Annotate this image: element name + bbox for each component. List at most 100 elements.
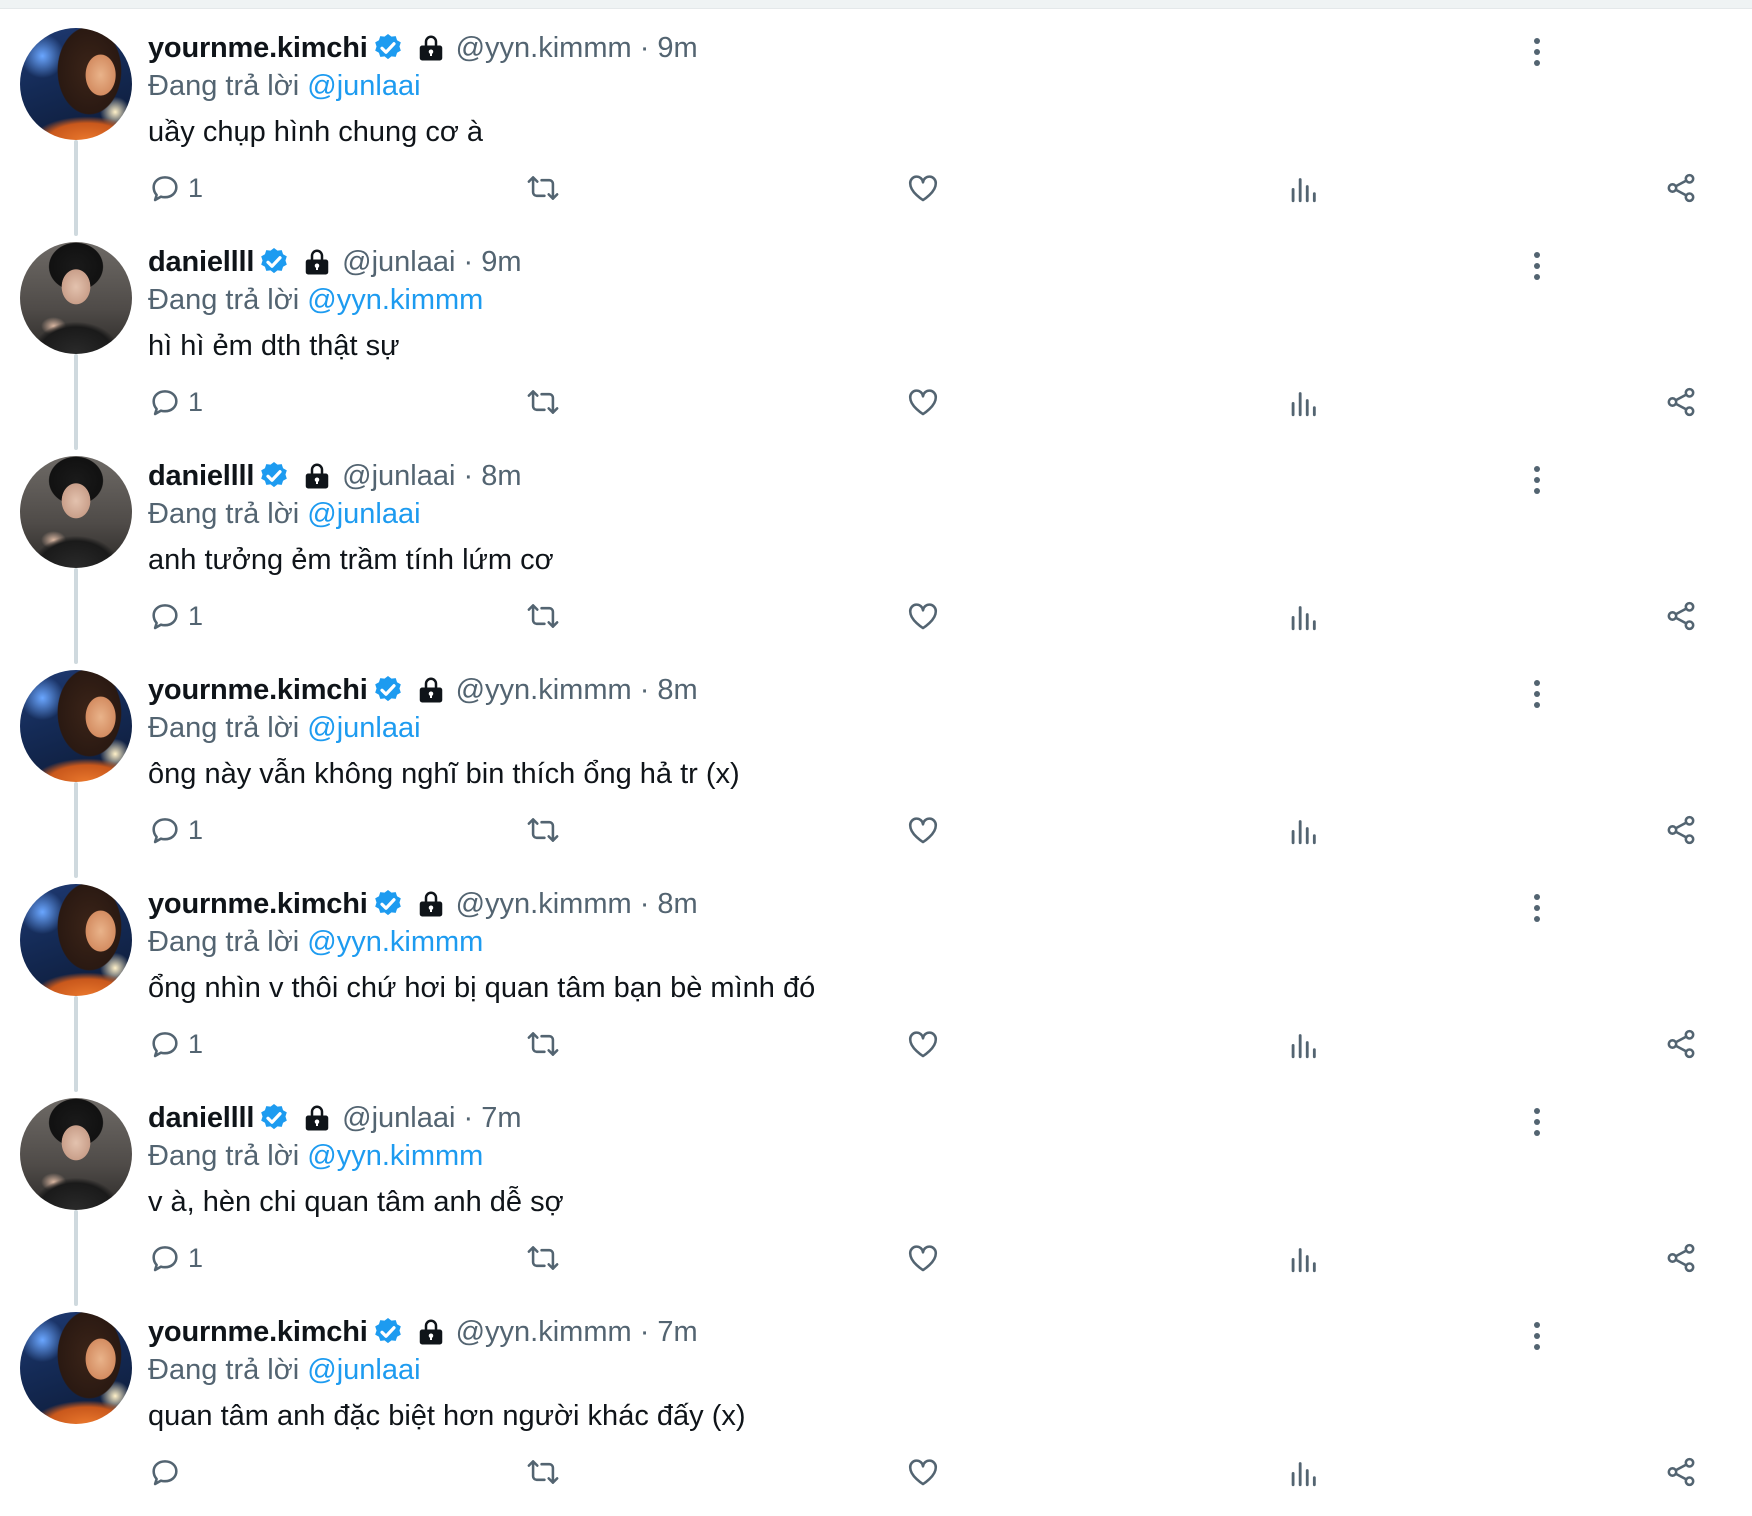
- lock-icon: [419, 891, 442, 917]
- mention-link[interactable]: @junlaai: [307, 498, 420, 530]
- avatar[interactable]: [20, 1312, 132, 1424]
- share-button[interactable]: [1664, 1452, 1698, 1492]
- mention-link[interactable]: @junlaai: [307, 1354, 420, 1386]
- views-button[interactable]: [1286, 810, 1320, 850]
- retweet-icon: [527, 390, 559, 414]
- display-name[interactable]: daniellll: [148, 460, 254, 493]
- views-button[interactable]: [1286, 596, 1320, 636]
- replying-to: Đang trả lời @junlaai: [148, 498, 421, 531]
- tweet[interactable]: daniellll @junlaai · 8m Đang trả lời @ju…: [0, 446, 1752, 660]
- like-button[interactable]: [906, 596, 940, 636]
- views-icon: [1291, 392, 1316, 417]
- reply-button[interactable]: [148, 1452, 188, 1492]
- retweet-button[interactable]: [526, 168, 560, 208]
- views-button[interactable]: [1286, 382, 1320, 422]
- reply-icon: [152, 1032, 178, 1058]
- more-options-icon[interactable]: [1532, 466, 1542, 500]
- tweet-header: daniellll @junlaai · 8m: [148, 452, 522, 500]
- tweet[interactable]: daniellll @junlaai · 7m Đang trả lời @yy…: [0, 1088, 1752, 1302]
- views-button[interactable]: [1286, 1452, 1320, 1492]
- more-options-icon[interactable]: [1532, 894, 1542, 928]
- display-name[interactable]: yournme.kimchi: [148, 32, 368, 65]
- share-button[interactable]: [1664, 596, 1698, 636]
- avatar[interactable]: [20, 1098, 132, 1210]
- reply-button[interactable]: 1: [148, 596, 203, 636]
- like-button[interactable]: [906, 1452, 940, 1492]
- avatar[interactable]: [20, 28, 132, 140]
- handle-and-time[interactable]: @junlaai · 9m: [342, 246, 521, 279]
- reply-button[interactable]: 1: [148, 382, 203, 422]
- retweet-button[interactable]: [526, 1238, 560, 1278]
- avatar[interactable]: [20, 884, 132, 996]
- share-button[interactable]: [1664, 382, 1698, 422]
- lock-icon: [305, 463, 329, 489]
- avatar[interactable]: [20, 456, 132, 568]
- reply-icon: [152, 390, 178, 416]
- more-options-icon[interactable]: [1532, 38, 1542, 72]
- views-button[interactable]: [1286, 1024, 1320, 1064]
- display-name[interactable]: daniellll: [148, 246, 254, 279]
- reply-count: 1: [188, 386, 204, 417]
- handle-and-time[interactable]: @yyn.kimmm · 7m: [456, 1316, 698, 1349]
- replying-to-label: Đang trả lời: [148, 498, 300, 530]
- handle-and-time[interactable]: @yyn.kimmm · 8m: [456, 674, 698, 707]
- verified-badge-icon: [261, 248, 287, 274]
- heart-icon: [908, 389, 938, 416]
- share-button[interactable]: [1664, 1024, 1698, 1064]
- retweet-button[interactable]: [526, 596, 560, 636]
- retweet-button[interactable]: [526, 1024, 560, 1064]
- tweet[interactable]: daniellll @junlaai · 9m Đang trả lời @yy…: [0, 232, 1752, 446]
- like-button[interactable]: [906, 810, 940, 850]
- like-button[interactable]: [906, 168, 940, 208]
- share-button[interactable]: [1664, 810, 1698, 850]
- like-button[interactable]: [906, 1024, 940, 1064]
- retweet-button[interactable]: [526, 382, 560, 422]
- display-name[interactable]: daniellll: [148, 1102, 254, 1135]
- tweet-header: daniellll @junlaai · 9m: [148, 238, 522, 286]
- avatar[interactable]: [20, 670, 132, 782]
- share-icon: [1667, 601, 1695, 631]
- mention-link[interactable]: @junlaai: [307, 712, 420, 744]
- retweet-button[interactable]: [526, 810, 560, 850]
- like-button[interactable]: [906, 1238, 940, 1278]
- tweet-actions: [148, 1452, 1708, 1492]
- tweet-actions: 1: [148, 1024, 1708, 1064]
- tweet[interactable]: yournme.kimchi @yyn.kimmm · 9m Đang trả …: [0, 18, 1752, 232]
- reply-count: 1: [188, 1028, 204, 1059]
- verified-badge-icon: [261, 462, 287, 488]
- share-button[interactable]: [1664, 1238, 1698, 1278]
- reply-count: 1: [188, 814, 204, 845]
- reply-icon: [152, 818, 178, 844]
- handle-and-time[interactable]: @yyn.kimmm · 9m: [456, 32, 698, 65]
- tweet[interactable]: yournme.kimchi @yyn.kimmm · 7m Đang trả …: [0, 1302, 1752, 1516]
- tweet-header: yournme.kimchi @yyn.kimmm · 9m: [148, 24, 698, 72]
- reply-button[interactable]: 1: [148, 810, 203, 850]
- tweet[interactable]: yournme.kimchi @yyn.kimmm · 8m Đang trả …: [0, 874, 1752, 1088]
- mention-link[interactable]: @yyn.kimmm: [307, 284, 483, 316]
- handle-and-time[interactable]: @junlaai · 7m: [342, 1102, 521, 1135]
- display-name[interactable]: yournme.kimchi: [148, 888, 368, 921]
- reply-button[interactable]: 1: [148, 168, 203, 208]
- reply-button[interactable]: 1: [148, 1024, 203, 1064]
- mention-link[interactable]: @junlaai: [307, 70, 420, 102]
- more-options-icon[interactable]: [1532, 680, 1542, 714]
- more-options-icon[interactable]: [1532, 252, 1542, 286]
- more-options-icon[interactable]: [1532, 1108, 1542, 1142]
- replying-to: Đang trả lời @junlaai: [148, 1354, 421, 1387]
- avatar[interactable]: [20, 242, 132, 354]
- tweet[interactable]: yournme.kimchi @yyn.kimmm · 8m Đang trả …: [0, 660, 1752, 874]
- mention-link[interactable]: @yyn.kimmm: [307, 1140, 483, 1172]
- display-name[interactable]: yournme.kimchi: [148, 674, 368, 707]
- like-button[interactable]: [906, 382, 940, 422]
- mention-link[interactable]: @yyn.kimmm: [307, 926, 483, 958]
- views-button[interactable]: [1286, 1238, 1320, 1278]
- more-options-icon[interactable]: [1532, 1322, 1542, 1356]
- handle-and-time[interactable]: @junlaai · 8m: [342, 460, 521, 493]
- retweet-button[interactable]: [526, 1452, 560, 1492]
- share-button[interactable]: [1664, 168, 1698, 208]
- views-button[interactable]: [1286, 168, 1320, 208]
- handle-and-time[interactable]: @yyn.kimmm · 8m: [456, 888, 698, 921]
- display-name[interactable]: yournme.kimchi: [148, 1316, 368, 1349]
- reply-button[interactable]: 1: [148, 1238, 203, 1278]
- tweet-actions: 1: [148, 596, 1708, 636]
